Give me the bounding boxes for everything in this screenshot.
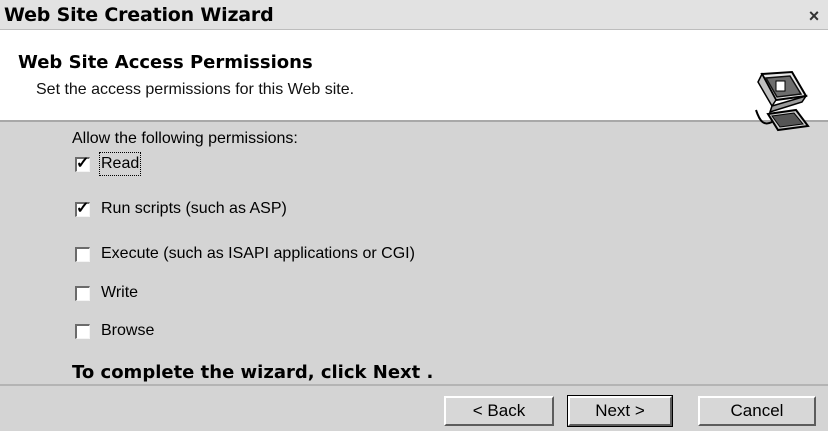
cancel-button[interactable]: Cancel [698,396,816,426]
browse-label[interactable]: Browse [101,321,154,341]
browse-checkbox[interactable]: ✓ [75,323,90,339]
completion-instruction: To complete the wizard, click Next . [72,362,434,383]
next-button[interactable]: Next > [567,395,673,427]
write-checkbox[interactable]: ✓ [75,285,90,301]
run-scripts-label[interactable]: Run scripts (such as ASP) [101,199,287,219]
window-title: Web Site Creation Wizard [4,4,274,26]
page-subtitle: Set the access permissions for this Web … [36,81,355,98]
wizard-header: Web Site Access Permissions Set the acce… [0,30,828,132]
page-title: Web Site Access Permissions [18,52,313,73]
title-bar: Web Site Creation Wizard × [0,0,828,30]
checkmark-icon: ✓ [76,154,90,172]
checkmark-icon: ✓ [76,199,90,217]
back-button[interactable]: < Back [444,396,554,426]
write-label[interactable]: Write [101,283,138,303]
read-checkbox[interactable]: ✓ [75,154,90,172]
wizard-content: Allow the following permissions: ✓ Read … [0,122,828,384]
permission-execute[interactable]: ✓ Execute (such as ISAPI applications or… [75,243,415,265]
execute-checkbox[interactable]: ✓ [75,246,90,262]
permission-write[interactable]: ✓ Write [75,282,138,304]
permission-read[interactable]: ✓ Read [75,152,142,176]
close-icon[interactable]: × [804,6,824,26]
read-label[interactable]: Read [98,152,142,176]
button-bar: < Back Next > Cancel [0,384,828,431]
permissions-prompt: Allow the following permissions: [72,130,298,147]
permission-run-scripts[interactable]: ✓ Run scripts (such as ASP) [75,198,287,220]
permission-browse[interactable]: ✓ Browse [75,320,154,342]
run-scripts-checkbox[interactable]: ✓ [75,199,90,217]
execute-label[interactable]: Execute (such as ISAPI applications or C… [101,244,415,264]
wizard-window: Web Site Creation Wizard × Web Site Acce… [0,0,828,431]
